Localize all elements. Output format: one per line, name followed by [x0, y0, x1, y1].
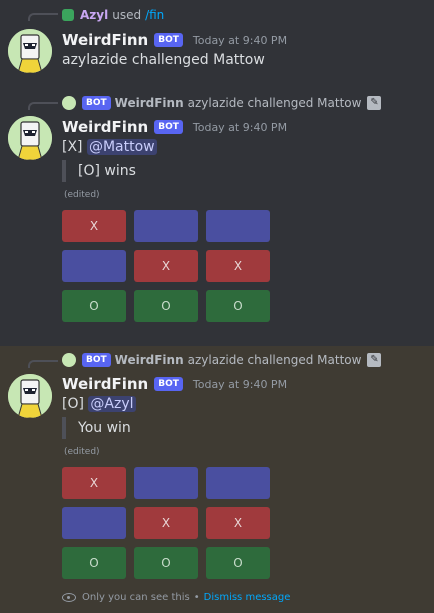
robot-avatar-icon: [8, 374, 52, 418]
board-cell-0-0[interactable]: X: [62, 210, 126, 242]
avatar[interactable]: [8, 116, 52, 160]
player-mark: [X]: [62, 139, 83, 155]
user-mention[interactable]: @Mattow: [86, 139, 157, 155]
slash-command-icon: [62, 9, 74, 21]
ephemeral-notice: Only you can see this • Dismiss message: [62, 592, 290, 603]
reply-text: azylazide challenged Mattow: [187, 353, 362, 367]
reply-preview[interactable]: BOT WeirdFinn azylazide challenged Matto…: [62, 94, 382, 112]
reply-preview[interactable]: BOT WeirdFinn azylazide challenged Matto…: [62, 351, 382, 369]
reply-command[interactable]: /fin: [145, 8, 164, 22]
eye-icon: [62, 593, 76, 602]
robot-avatar-icon: [8, 29, 52, 73]
reply-author[interactable]: WeirdFinn: [115, 353, 184, 367]
bot-badge: BOT: [154, 33, 183, 47]
reply-bot-badge: BOT: [82, 353, 111, 367]
reply-user[interactable]: Azyl: [80, 8, 108, 22]
separator-dot: •: [193, 592, 200, 603]
pencil-icon: ✎: [367, 96, 382, 110]
reply-author[interactable]: WeirdFinn: [115, 96, 184, 110]
edited-label: (edited): [64, 190, 100, 200]
message-header: WeirdFinn BOT Today at 9:40 PM: [62, 374, 287, 394]
board-cell-1-2[interactable]: X: [206, 507, 270, 539]
board-cell-1-1[interactable]: X: [134, 250, 198, 282]
pencil-icon: ✎: [367, 353, 382, 367]
timestamp[interactable]: Today at 9:40 PM: [193, 121, 287, 134]
board-cell-1-0[interactable]: [62, 250, 126, 282]
reply-used-label: used: [112, 8, 142, 22]
timestamp[interactable]: Today at 9:40 PM: [193, 378, 287, 391]
tic-tac-toe-board: X X X O O O: [62, 210, 272, 322]
edited-label: (edited): [64, 447, 100, 457]
board-cell-0-0[interactable]: X: [62, 467, 126, 499]
message-text: azylazide challenged Mattow: [62, 52, 265, 68]
author-name[interactable]: WeirdFinn: [62, 375, 148, 393]
reply-avatar-icon: [62, 353, 76, 367]
reply-bot-badge: BOT: [82, 96, 111, 110]
board-cell-0-1[interactable]: [134, 467, 198, 499]
board-cell-1-1[interactable]: X: [134, 507, 198, 539]
avatar[interactable]: [8, 374, 52, 418]
result-quote: You win: [62, 417, 131, 439]
reply-preview[interactable]: Azyl used /fin: [62, 6, 164, 24]
bot-badge: BOT: [154, 120, 183, 134]
author-name[interactable]: WeirdFinn: [62, 31, 148, 49]
robot-avatar-icon: [8, 116, 52, 160]
message-line: [X] @Mattow: [62, 139, 157, 155]
user-mention[interactable]: @Azyl: [88, 396, 136, 412]
avatar[interactable]: [8, 29, 52, 73]
message-3-ephemeral: BOT WeirdFinn azylazide challenged Matto…: [0, 346, 434, 613]
message-2: BOT WeirdFinn azylazide challenged Matto…: [0, 88, 434, 346]
reply-connector: [28, 360, 58, 368]
board-cell-2-1[interactable]: O: [134, 290, 198, 322]
player-mark: [O]: [62, 396, 84, 412]
dismiss-message-link[interactable]: Dismiss message: [204, 592, 291, 603]
reply-text: azylazide challenged Mattow: [187, 96, 362, 110]
board-cell-2-2[interactable]: O: [206, 290, 270, 322]
message-header: WeirdFinn BOT Today at 9:40 PM: [62, 30, 287, 50]
board-cell-2-2[interactable]: O: [206, 547, 270, 579]
board-cell-0-2[interactable]: [206, 210, 270, 242]
board-cell-2-1[interactable]: O: [134, 547, 198, 579]
reply-connector: [28, 13, 58, 21]
message-line: [O] @Azyl: [62, 396, 136, 412]
board-cell-2-0[interactable]: O: [62, 547, 126, 579]
result-quote: [O] wins: [62, 160, 136, 182]
reply-avatar-icon: [62, 96, 76, 110]
message-header: WeirdFinn BOT Today at 9:40 PM: [62, 117, 287, 137]
ephemeral-text: Only you can see this: [82, 592, 190, 603]
board-cell-1-2[interactable]: X: [206, 250, 270, 282]
message-1: Azyl used /fin WeirdFinn BOT Today at 9:…: [0, 0, 434, 86]
board-cell-0-2[interactable]: [206, 467, 270, 499]
board-cell-0-1[interactable]: [134, 210, 198, 242]
reply-connector: [28, 102, 58, 110]
bot-badge: BOT: [154, 377, 183, 391]
author-name[interactable]: WeirdFinn: [62, 118, 148, 136]
timestamp[interactable]: Today at 9:40 PM: [193, 34, 287, 47]
tic-tac-toe-board: X X X O O O: [62, 467, 272, 579]
board-cell-2-0[interactable]: O: [62, 290, 126, 322]
board-cell-1-0[interactable]: [62, 507, 126, 539]
